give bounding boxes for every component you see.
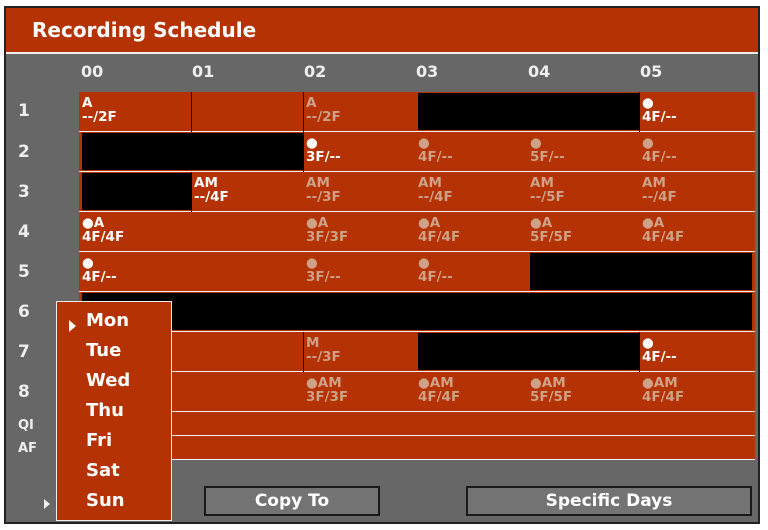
entry-r8-04[interactable]: ●AM 5F/5F xyxy=(530,376,572,404)
copy-to-button[interactable]: Copy To xyxy=(204,486,380,516)
title-bar: Recording Schedule xyxy=(6,8,758,54)
entry-r1-00[interactable]: A --/2F xyxy=(82,96,117,124)
blocked-segment xyxy=(82,133,304,170)
blocked-segment xyxy=(418,93,639,130)
row-label-af: AF xyxy=(18,441,37,456)
entry-r3-01[interactable]: AM --/4F xyxy=(194,176,229,204)
entry-r7-02[interactable]: M --/3F xyxy=(306,336,341,364)
entry-r4-00[interactable]: ●A 4F/4F xyxy=(82,216,124,244)
column-header-05: 05 xyxy=(640,62,663,81)
blocked-segment xyxy=(530,253,752,290)
day-option-wed[interactable]: Wed xyxy=(86,370,130,391)
entry-r1-05[interactable]: ● 4F/-- xyxy=(642,96,677,124)
entry-r8-03[interactable]: ●AM 4F/4F xyxy=(418,376,460,404)
entry-r2-04[interactable]: ● 5F/-- xyxy=(530,136,565,164)
row-label-qi: QI xyxy=(18,418,34,433)
schedule-row-af[interactable] xyxy=(79,436,755,460)
caret-right-icon xyxy=(44,499,50,509)
window-title: Recording Schedule xyxy=(32,18,257,42)
entry-r8-05[interactable]: ●AM 4F/4F xyxy=(642,376,684,404)
blocked-segment xyxy=(418,333,639,370)
row-label-3: 3 xyxy=(18,182,30,202)
entry-r3-02[interactable]: AM --/3F xyxy=(306,176,341,204)
entry-r1-02[interactable]: A --/2F xyxy=(306,96,341,124)
entry-r2-02[interactable]: ● 3F/-- xyxy=(306,136,341,164)
entry-r3-04[interactable]: AM --/5F xyxy=(530,176,565,204)
column-header-01: 01 xyxy=(192,62,215,81)
entry-r5-02[interactable]: ● 3F/-- xyxy=(306,256,341,284)
column-header-04: 04 xyxy=(528,62,551,81)
column-header-00: 00 xyxy=(81,62,104,81)
selection-caret-icon xyxy=(69,320,76,332)
schedule-row-qi[interactable] xyxy=(79,412,755,436)
row-label-8: 8 xyxy=(18,382,30,402)
day-dropdown-list[interactable]: Mon Tue Wed Thu Fri Sat Sun xyxy=(56,301,172,521)
row-label-1: 1 xyxy=(18,101,30,121)
entry-r4-02[interactable]: ●A 3F/3F xyxy=(306,216,348,244)
column-header-02: 02 xyxy=(304,62,327,81)
column-header-03: 03 xyxy=(416,62,439,81)
entry-r8-02[interactable]: ●AM 3F/3F xyxy=(306,376,348,404)
row-label-5: 5 xyxy=(18,262,30,282)
specific-days-button[interactable]: Specific Days xyxy=(466,486,752,516)
schedule-grid[interactable]: A --/2F A --/2F ● 4F/-- ● 3F/-- ● 4F/-- ● 5F/-… xyxy=(79,92,755,480)
entry-r7-05[interactable]: ● 4F/-- xyxy=(642,336,677,364)
day-option-sun[interactable]: Sun xyxy=(86,490,125,511)
row-label-6: 6 xyxy=(18,302,30,322)
row-label-2: 2 xyxy=(18,142,30,162)
entry-r5-03[interactable]: ● 4F/-- xyxy=(418,256,453,284)
entry-r2-05[interactable]: ● 4F/-- xyxy=(642,136,677,164)
blocked-segment xyxy=(82,173,191,210)
entry-r2-03[interactable]: ● 4F/-- xyxy=(418,136,453,164)
entry-r5-00[interactable]: ● 4F/-- xyxy=(82,256,117,284)
day-option-fri[interactable]: Fri xyxy=(86,430,112,451)
day-option-sat[interactable]: Sat xyxy=(86,460,120,481)
entry-r3-03[interactable]: AM --/4F xyxy=(418,176,453,204)
entry-r4-04[interactable]: ●A 5F/5F xyxy=(530,216,572,244)
blocked-segment xyxy=(82,293,752,330)
entry-r3-05[interactable]: AM --/4F xyxy=(642,176,677,204)
entry-r4-03[interactable]: ●A 4F/4F xyxy=(418,216,460,244)
entry-r4-05[interactable]: ●A 4F/4F xyxy=(642,216,684,244)
day-option-tue[interactable]: Tue xyxy=(86,340,121,361)
day-option-thu[interactable]: Thu xyxy=(86,400,124,421)
row-label-4: 4 xyxy=(18,222,30,242)
day-option-mon[interactable]: Mon xyxy=(86,310,129,331)
row-label-7: 7 xyxy=(18,342,30,362)
